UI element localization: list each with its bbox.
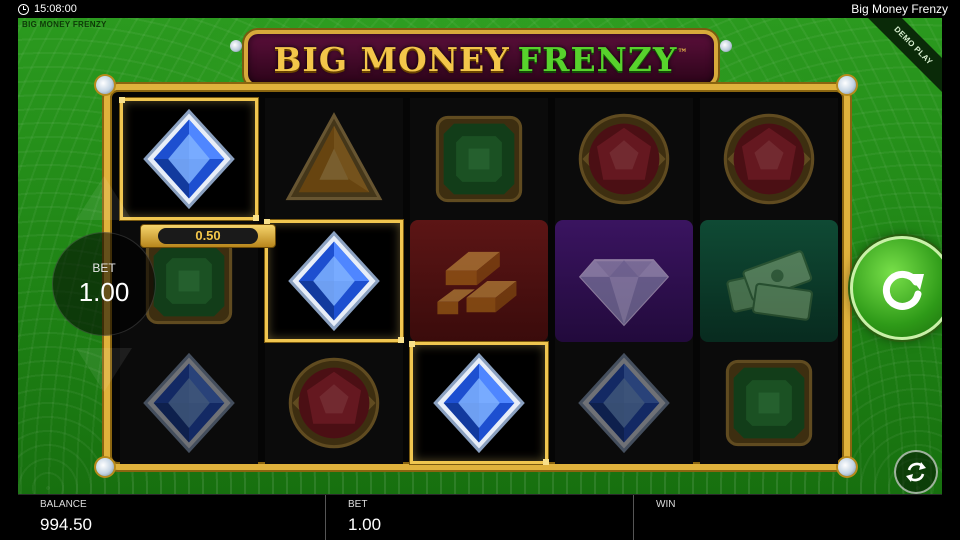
game-logo: BIG MONEY FRENZY ™: [244, 30, 718, 88]
reel-3: [409, 98, 549, 465]
frame-jewel-icon: [96, 458, 114, 476]
red-ruby-icon: [578, 113, 670, 205]
red-ruby-icon: [288, 357, 380, 449]
bet-selector-value: 1.00: [78, 277, 130, 307]
gold-bars-icon: [437, 251, 517, 315]
reel-cell: [700, 98, 838, 220]
bet-decrease-button[interactable]: [76, 348, 132, 392]
reel-grid: [119, 97, 838, 465]
red-ruby-icon: [723, 113, 815, 205]
win-label: WIN: [656, 499, 676, 510]
balance-panel: BALANCE 994.50: [18, 495, 326, 540]
logo-gem-left-icon: [230, 40, 242, 52]
frame-jewel-icon: [96, 76, 114, 94]
spin-arrow-icon: [882, 270, 924, 310]
spin-button[interactable]: [850, 236, 942, 340]
clock-icon: [18, 3, 29, 15]
cash-stack-icon: [726, 250, 813, 321]
reel-cell: [555, 98, 693, 220]
blue-diamond-icon: [143, 352, 235, 454]
reel-cell: [700, 342, 838, 464]
brand-label: BIG MONEY FRENZY: [22, 20, 107, 29]
crystal-diamond-icon: [578, 259, 670, 327]
win-value-tag: 0.50: [140, 224, 276, 248]
reel-cell: [409, 341, 549, 465]
reel-cell: [410, 220, 548, 342]
clock-time: 15:08:00: [34, 3, 77, 15]
reel-2: [264, 98, 404, 464]
reel-cell: [555, 342, 693, 464]
reel-cell: [119, 97, 259, 221]
blue-diamond-icon: [143, 108, 235, 210]
win-value-text: 0.50: [158, 228, 258, 244]
bet-value: 1.00: [348, 515, 382, 534]
frame-jewel-icon: [838, 458, 856, 476]
reel-cell: [700, 220, 838, 342]
reel-5: [700, 98, 838, 464]
green-emerald-icon: [725, 359, 813, 447]
logo-text-big-money: BIG MONEY: [273, 39, 510, 79]
green-emerald-icon: [435, 115, 523, 203]
reel-cell: [120, 342, 258, 464]
autoplay-button[interactable]: [894, 450, 938, 494]
bottom-info-bar: BALANCE 994.50 BET 1.00 WIN: [18, 494, 942, 540]
logo-gem-right-icon: [720, 40, 732, 52]
reel-4: [555, 98, 693, 464]
bet-selector-label: BET: [92, 261, 116, 275]
reel-cell: [264, 219, 404, 343]
logo-text-frenzy: FRENZY: [517, 39, 678, 79]
demo-play-ribbon: DEMO PLAY: [865, 18, 942, 94]
orange-triangle-icon: [285, 112, 383, 201]
clock: 15:08:00: [18, 0, 77, 18]
status-bar: 15:08:00 Big Money Frenzy: [0, 0, 960, 18]
bet-increase-button[interactable]: [76, 176, 132, 220]
bet-panel: BET 1.00: [326, 495, 634, 540]
balance-label: BALANCE: [40, 499, 87, 510]
blue-diamond-icon: [578, 352, 670, 454]
autoplay-icon: [906, 462, 926, 482]
window-title: Big Money Frenzy: [851, 2, 948, 16]
blue-diamond-icon: [288, 230, 380, 332]
win-panel: WIN: [634, 495, 942, 540]
logo-trademark: ™: [677, 48, 689, 59]
bet-selector[interactable]: BET 1.00: [52, 232, 156, 336]
reel-cell: [410, 98, 548, 220]
reel-cell: [265, 342, 403, 464]
blue-diamond-icon: [433, 352, 525, 454]
game-area: BIG MONEY FRENZY DEMO PLAY BIG MONEY FRE…: [18, 18, 942, 494]
reel-cell: [555, 220, 693, 342]
reel-cell: [265, 98, 403, 220]
frame-jewel-icon: [838, 76, 856, 94]
bet-label: BET: [348, 499, 368, 510]
balance-value: 994.50: [40, 515, 92, 534]
